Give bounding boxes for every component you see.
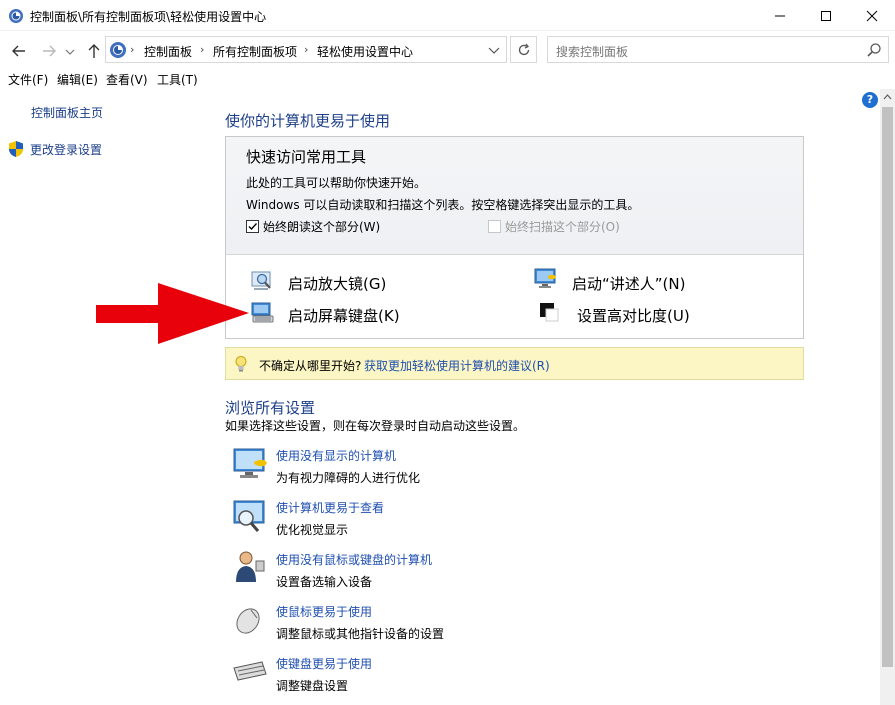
setting-desc-mouse: 调整鼠标或其他指针设备的设置: [276, 627, 445, 641]
chevron-down-icon: [65, 49, 75, 55]
search-input[interactable]: 搜索控制面板: [547, 36, 889, 63]
title-bar: 控制面板\所有控制面板项\轻松使用设置中心: [0, 0, 895, 31]
start-on-screen-keyboard-link[interactable]: 启动屏幕键盘(K): [288, 305, 400, 326]
address-bar[interactable]: › 控制面板 › 所有控制面板项 › 轻松使用设置中心: [105, 36, 507, 63]
menu-bar: 文件(F) 编辑(E) 查看(V) 工具(T): [0, 69, 895, 89]
quick-access-description: 此处的工具可以帮助你快速开始。: [246, 176, 427, 190]
setting-desc-keyboard: 调整键盘设置: [276, 679, 349, 693]
user-speech-icon: [236, 551, 265, 582]
mouse-icon: [236, 608, 260, 634]
narrator-icon: [534, 268, 556, 288]
back-button[interactable]: [8, 40, 30, 62]
uac-shield-icon: [9, 141, 23, 157]
scan-section-label[interactable]: 始终扫描这个部分(O): [505, 218, 620, 235]
setting-link-easier-to-see[interactable]: 使计算机更易于查看: [276, 499, 384, 516]
menu-edit[interactable]: 编辑(E): [57, 71, 98, 88]
setting-desc-easier-to-see: 优化视觉显示: [276, 523, 349, 537]
search-placeholder: 搜索控制面板: [556, 45, 629, 59]
start-narrator-link[interactable]: 启动“讲述人”(N): [572, 273, 685, 294]
browse-settings-description: 如果选择这些设置，则在每次登录时自动启动这些设置。: [225, 419, 526, 433]
red-arrow-annotation: [96, 283, 249, 344]
menu-view[interactable]: 查看(V): [106, 71, 148, 88]
setting-link-no-mouse-keyboard[interactable]: 使用没有鼠标或键盘的计算机: [276, 551, 432, 568]
start-magnifier-link[interactable]: 启动放大镜(G): [288, 273, 386, 294]
browse-settings-heading: 浏览所有设置: [225, 399, 316, 417]
address-row: › 控制面板 › 所有控制面板项 › 轻松使用设置中心 搜索控制面板: [0, 31, 895, 69]
recent-locations-button[interactable]: [62, 40, 76, 62]
setting-desc-no-mouse-keyboard: 设置备选输入设备: [276, 575, 373, 589]
forward-button[interactable]: [38, 40, 60, 62]
close-icon: [866, 10, 878, 22]
quick-access-instructions: Windows 可以自动读取和扫描这个列表。按空格键选择突出显示的工具。: [246, 198, 640, 212]
page-title: 使你的计算机更易于使用: [225, 112, 391, 130]
setting-desc-no-display: 为有视力障碍的人进行优化: [276, 471, 421, 485]
read-aloud-checkbox[interactable]: [246, 220, 259, 233]
set-high-contrast-link[interactable]: 设置高对比度(U): [577, 305, 690, 326]
keyboard-icon: [233, 661, 267, 681]
breadcrumb-separator: ›: [200, 43, 205, 56]
change-login-settings-link[interactable]: 更改登录设置: [30, 141, 102, 158]
scroll-thumb[interactable]: [882, 107, 893, 667]
checkmark-icon: [248, 223, 258, 231]
tip-suggestions-link[interactable]: 获取更加轻松使用计算机的建议(R): [364, 357, 550, 374]
refresh-button[interactable]: [510, 36, 537, 63]
read-aloud-label[interactable]: 始终朗读这个部分(W): [263, 218, 380, 235]
high-contrast-icon: [540, 303, 559, 322]
maximize-icon: [821, 11, 831, 21]
window-title: 控制面板\所有控制面板项\轻松使用设置中心: [30, 10, 267, 24]
quick-access-title: 快速访问常用工具: [246, 148, 367, 166]
setting-link-mouse[interactable]: 使鼠标更易于使用: [276, 603, 372, 620]
refresh-icon: [518, 43, 530, 56]
menu-tools[interactable]: 工具(T): [157, 71, 198, 88]
breadcrumb-control-panel[interactable]: 控制面板: [144, 43, 192, 60]
close-button[interactable]: [849, 0, 895, 31]
quick-access-header: 快速访问常用工具 此处的工具可以帮助你快速开始。 Windows 可以自动读取和…: [226, 137, 803, 255]
arrow-up-icon: [88, 44, 100, 58]
control-panel-icon: [110, 42, 126, 58]
control-panel-icon: [9, 9, 23, 23]
breadcrumb-separator: ›: [304, 43, 309, 56]
maximize-button[interactable]: [803, 0, 849, 31]
search-icon[interactable]: [866, 42, 882, 58]
on-screen-keyboard-icon: [251, 302, 274, 323]
tip-text: 不确定从哪里开始?: [259, 359, 362, 373]
scan-section-checkbox[interactable]: [488, 220, 501, 233]
up-button[interactable]: [83, 40, 105, 62]
setting-link-keyboard[interactable]: 使键盘更易于使用: [276, 655, 372, 672]
help-icon[interactable]: ?: [862, 92, 878, 108]
tip-bar: 不确定从哪里开始? 获取更加轻松使用计算机的建议(R): [225, 347, 804, 380]
quick-access-panel: 快速访问常用工具 此处的工具可以帮助你快速开始。 Windows 可以自动读取和…: [225, 136, 804, 339]
vertical-scrollbar[interactable]: [880, 89, 895, 705]
control-panel-home-link[interactable]: 控制面板主页: [31, 104, 103, 121]
setting-link-no-display[interactable]: 使用没有显示的计算机: [276, 447, 396, 464]
lightbulb-icon: [235, 356, 247, 372]
minimize-button[interactable]: [757, 0, 803, 31]
display-off-icon: [233, 448, 267, 478]
breadcrumb-ease-of-access[interactable]: 轻松使用设置中心: [317, 43, 413, 60]
scroll-up-icon[interactable]: [883, 93, 892, 101]
arrow-right-icon: [43, 45, 56, 57]
breadcrumb-all-items[interactable]: 所有控制面板项: [213, 43, 297, 60]
breadcrumb-separator: ›: [130, 43, 135, 56]
magnifier-icon: [251, 271, 271, 290]
menu-file[interactable]: 文件(F): [8, 71, 48, 88]
arrow-left-icon: [12, 45, 25, 57]
minimize-icon: [775, 15, 785, 17]
chevron-down-icon[interactable]: [486, 43, 502, 57]
monitor-magnifier-icon: [233, 500, 265, 532]
